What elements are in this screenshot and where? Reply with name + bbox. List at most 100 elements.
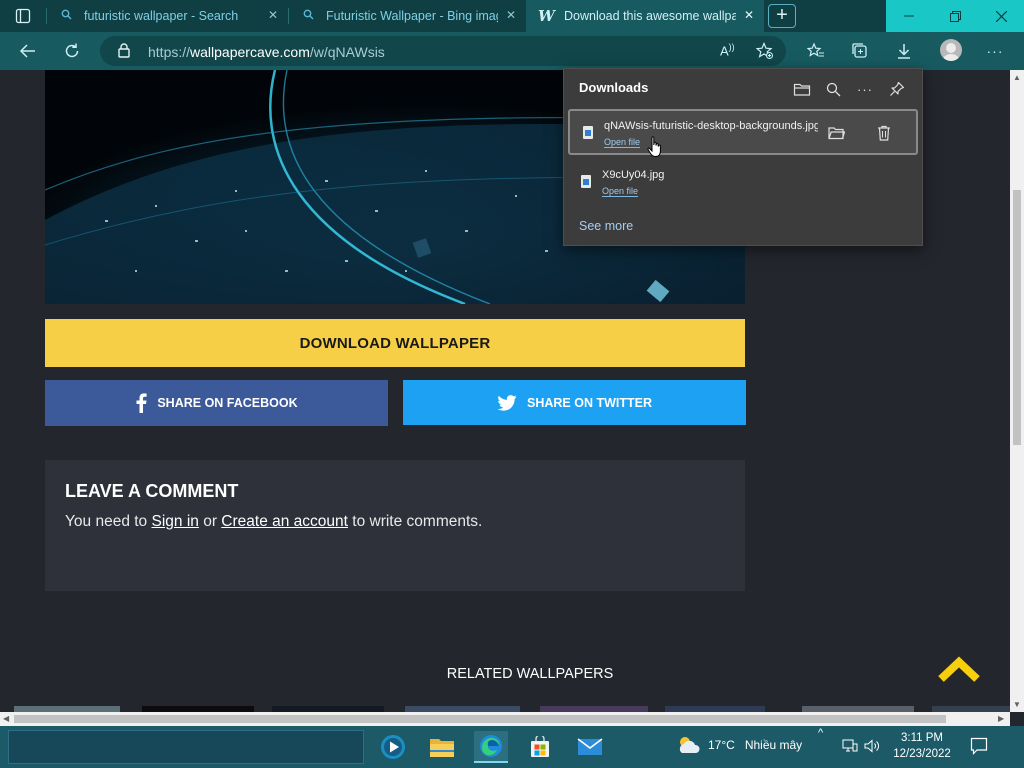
back-arrow-icon: [19, 44, 35, 58]
tab-title: Futuristic Wallpaper - Bing images: [326, 9, 498, 23]
tab-actions-icon: [15, 8, 31, 24]
lock-icon[interactable]: [118, 43, 130, 63]
microsoft-store-app[interactable]: [523, 731, 557, 763]
refresh-button[interactable]: [61, 40, 83, 62]
edge-browser-app[interactable]: [474, 731, 508, 763]
tab-bing-images[interactable]: Futuristic Wallpaper - Bing images ✕: [288, 0, 526, 32]
download-wallpaper-button[interactable]: DOWNLOAD WALLPAPER: [45, 319, 745, 367]
close-tab-icon[interactable]: ✕: [268, 8, 278, 22]
delete-icon[interactable]: [874, 123, 894, 143]
close-tab-icon[interactable]: ✕: [744, 8, 754, 22]
file-explorer-app[interactable]: [425, 731, 459, 763]
favorites-icon: [807, 42, 824, 57]
vertical-scrollbar-thumb[interactable]: [1013, 190, 1021, 445]
scroll-down-arrow-icon[interactable]: ▼: [1013, 700, 1021, 709]
tab-title: futuristic wallpaper - Search: [84, 9, 239, 23]
chevron-up-icon[interactable]: ^: [818, 727, 823, 739]
clock-time: 3:11 PM: [901, 732, 943, 744]
cloudy-weather-icon: [679, 737, 700, 753]
download-filename: qNAWsis-futuristic-desktop-backgrounds.j…: [604, 120, 818, 132]
pin-icon[interactable]: [887, 79, 907, 99]
open-file-link[interactable]: Open file: [604, 137, 641, 148]
volume-icon[interactable]: [864, 739, 880, 756]
tab-actions-button[interactable]: [0, 0, 46, 32]
clock-date: 12/23/2022: [893, 748, 951, 760]
browser-toolbar: https://wallpapercave.com/w/qNAWsis A)) …: [0, 32, 1024, 70]
share-facebook-button[interactable]: SHARE ON FACEBOOK: [45, 380, 388, 426]
facebook-icon: [136, 393, 147, 413]
taskbar-clock[interactable]: 3:11 PM 12/23/2022: [884, 730, 960, 762]
tab-strip: futuristic wallpaper - Search ✕ Futurist…: [0, 0, 1024, 32]
comment-login-prompt: You need to Sign in or Create an account…: [65, 513, 483, 530]
show-in-folder-icon[interactable]: [826, 123, 846, 143]
close-window-button[interactable]: [978, 0, 1024, 32]
share-twitter-button[interactable]: SHARE ON TWITTER: [403, 380, 746, 425]
more-options-icon[interactable]: ···: [855, 79, 875, 99]
sign-in-link[interactable]: Sign in: [151, 513, 198, 530]
download-icon: [898, 44, 910, 59]
scroll-left-arrow-icon[interactable]: ◀: [3, 714, 9, 723]
weather-text: Nhiều mây: [744, 738, 803, 752]
windows-taskbar: 17°C Nhiều mây ^ 3:11 PM 12/23/2022: [0, 726, 1024, 768]
downloads-panel: Downloads ··· qNAWsis-futuristic-desktop…: [563, 68, 923, 246]
media-player-app[interactable]: [376, 731, 410, 763]
image-file-icon: [583, 126, 593, 139]
downloads-button[interactable]: [893, 40, 915, 62]
comment-section: LEAVE A COMMENT You need to Sign in or C…: [45, 460, 745, 591]
comment-title: LEAVE A COMMENT: [65, 481, 239, 501]
restore-button[interactable]: [932, 0, 978, 32]
see-more-link[interactable]: See more: [579, 219, 633, 233]
wallpapercave-favicon-icon: W: [538, 7, 555, 25]
image-file-icon: [581, 175, 591, 188]
related-wallpapers-heading: RELATED WALLPAPERS: [446, 666, 614, 682]
vertical-scrollbar[interactable]: ▲ ▼: [1010, 70, 1024, 712]
share-facebook-label: SHARE ON FACEBOOK: [157, 396, 298, 410]
download-item[interactable]: qNAWsis-futuristic-desktop-backgrounds.j…: [568, 109, 918, 155]
twitter-bird-icon: [497, 394, 517, 411]
collections-icon: [852, 43, 867, 58]
tab-title: Download this awesome wallpaper: [564, 9, 736, 23]
network-icon[interactable]: [842, 739, 858, 756]
open-downloads-folder-icon[interactable]: [792, 79, 812, 99]
temperature: 17°C: [708, 738, 735, 752]
scroll-to-top-button[interactable]: [937, 654, 981, 684]
open-file-link[interactable]: Open file: [602, 186, 639, 197]
tab-wallpapercave[interactable]: W Download this awesome wallpaper ✕: [526, 0, 764, 32]
horizontal-scrollbar-thumb[interactable]: [14, 715, 946, 723]
horizontal-scrollbar[interactable]: ◀ ▶: [0, 712, 1010, 726]
hand-pointer-cursor-icon: [647, 136, 663, 158]
download-filename: X9cUy04.jpg: [602, 169, 665, 181]
notification-center-button[interactable]: [970, 737, 988, 760]
download-item[interactable]: X9cUy04.jpg Open file: [568, 160, 918, 206]
settings-more-icon[interactable]: ···: [984, 40, 1006, 62]
url-text: https://wallpapercave.com/w/qNAWsis: [148, 44, 385, 60]
profile-avatar[interactable]: [940, 39, 962, 61]
add-favorite-icon[interactable]: [755, 41, 774, 65]
notification-icon: [970, 737, 988, 755]
window-controls: [886, 0, 1024, 32]
scroll-up-arrow-icon[interactable]: ▲: [1013, 73, 1021, 82]
share-twitter-label: SHARE ON TWITTER: [527, 395, 652, 410]
tab-search[interactable]: futuristic wallpaper - Search ✕: [46, 0, 288, 32]
favorites-button[interactable]: [805, 40, 827, 62]
back-button[interactable]: [17, 40, 39, 62]
taskbar-search-box[interactable]: [8, 730, 364, 764]
collections-button[interactable]: [849, 40, 871, 62]
chevron-up-icon: [938, 656, 980, 682]
create-account-link[interactable]: Create an account: [221, 513, 348, 530]
search-downloads-icon[interactable]: [823, 79, 843, 99]
refresh-icon: [65, 43, 79, 58]
scroll-right-arrow-icon[interactable]: ▶: [998, 714, 1004, 723]
read-aloud-icon[interactable]: A)): [720, 42, 735, 58]
search-icon: [58, 9, 74, 23]
search-icon: [300, 9, 316, 23]
address-bar[interactable]: https://wallpapercave.com/w/qNAWsis A)): [100, 36, 786, 66]
minimize-button[interactable]: [886, 0, 932, 32]
mail-app[interactable]: [573, 731, 607, 763]
media-player-icon: [381, 735, 405, 759]
restore-icon: [949, 10, 961, 22]
new-tab-button[interactable]: +: [768, 4, 796, 28]
weather-widget[interactable]: 17°C Nhiều mây: [676, 734, 802, 756]
close-tab-icon[interactable]: ✕: [506, 8, 516, 22]
mail-icon: [577, 738, 603, 755]
